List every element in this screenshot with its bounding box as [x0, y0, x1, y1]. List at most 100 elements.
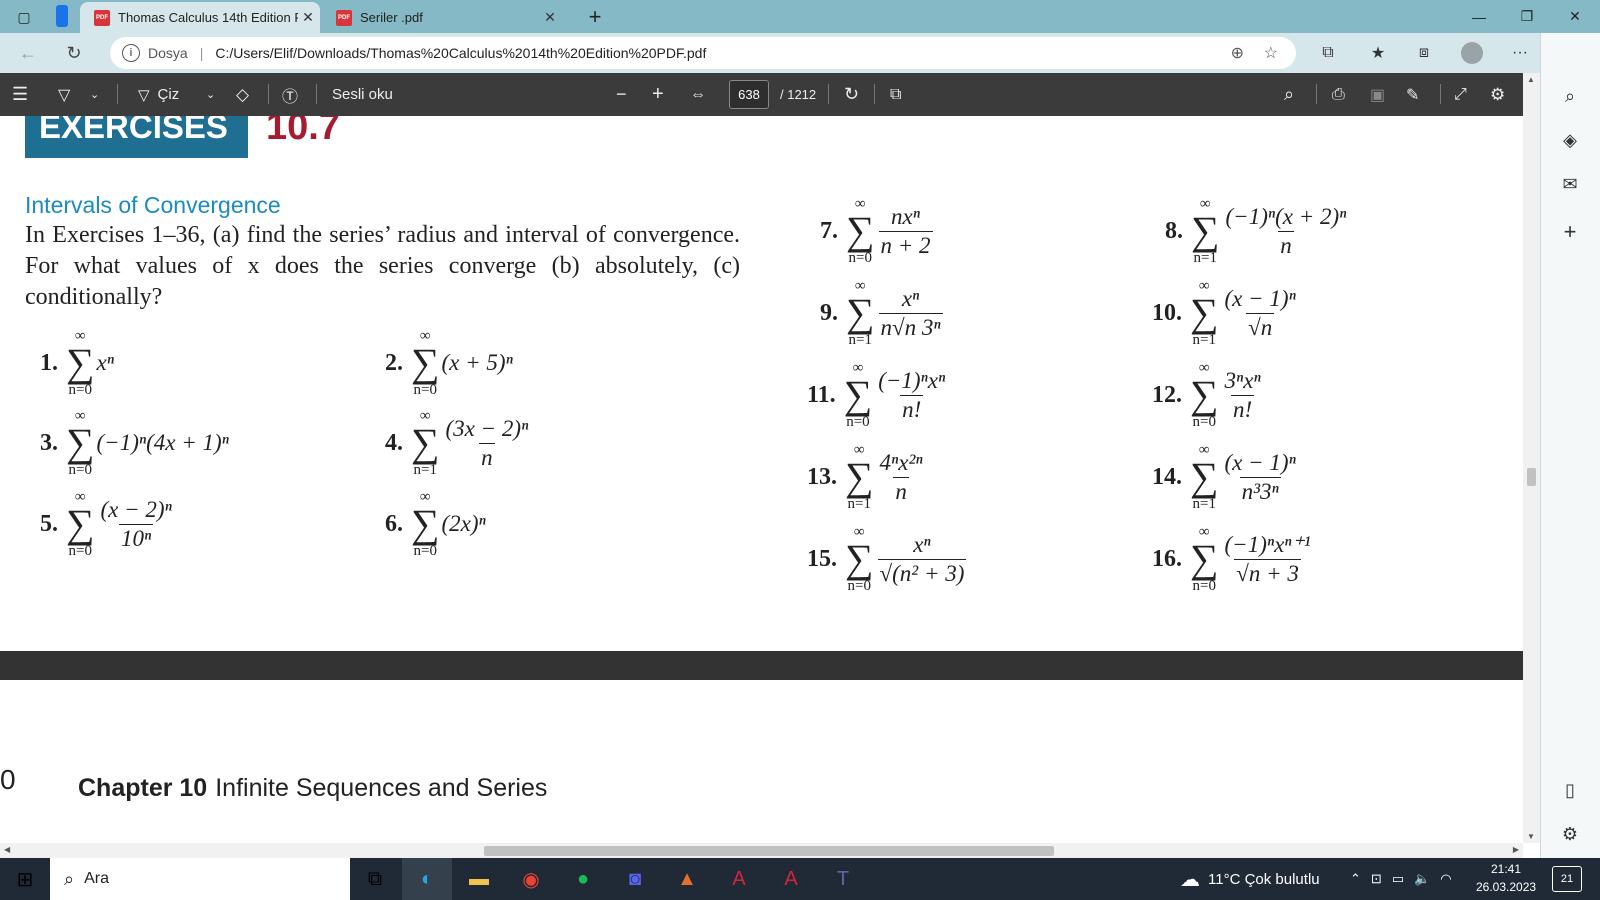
- exercise-16: 16. ∞ ∑ n=0 (−1)ⁿxⁿ⁺¹ √n + 3: [1152, 524, 1313, 594]
- chevron-down-icon[interactable]: ⌄: [90, 73, 99, 116]
- numerator: 4ⁿx²ⁿ: [879, 449, 923, 475]
- rotate-icon[interactable]: ↻: [844, 73, 859, 116]
- vertical-scrollbar[interactable]: ▲ ▼: [1523, 73, 1540, 843]
- matlab-icon[interactable]: ▲: [662, 858, 712, 900]
- edge-app-icon[interactable]: ◐: [402, 858, 452, 900]
- zoom-in-button[interactable]: +: [652, 73, 664, 116]
- scrollbar-thumb[interactable]: [484, 846, 1054, 856]
- scroll-down-icon[interactable]: ▼: [1527, 832, 1535, 841]
- zoom-icon[interactable]: ⊕: [1231, 43, 1244, 63]
- horizontal-scrollbar[interactable]: ◀ ▶: [0, 843, 1523, 858]
- url-prefix: Dosya: [148, 45, 188, 61]
- restore-button[interactable]: ❐: [1504, 0, 1550, 33]
- volume-icon[interactable]: 🔈: [1414, 871, 1430, 887]
- save-as-icon[interactable]: ✎: [1406, 73, 1419, 116]
- system-tray[interactable]: ⌃ ⊡ ▭ 🔈 ◠: [1350, 858, 1452, 900]
- close-tab-icon[interactable]: ✕: [298, 9, 318, 26]
- exercise-number: 5.: [40, 510, 58, 537]
- exercise-4: 4. ∞ ∑ n=1 (3x − 2)ⁿ n: [385, 408, 530, 478]
- tab-title: Seriler .pdf: [360, 10, 423, 25]
- collections-icon[interactable]: ⧈: [1408, 37, 1440, 69]
- close-window-button[interactable]: ✕: [1552, 0, 1598, 33]
- file-explorer-icon[interactable]: ▬: [454, 858, 504, 900]
- favorite-add-icon[interactable]: ☆: [1264, 43, 1278, 63]
- exercise-13: 13. ∞ ∑ n=1 4ⁿx²ⁿ n: [807, 442, 925, 512]
- autocad-icon[interactable]: A: [714, 858, 764, 900]
- chevron-down-icon[interactable]: ⌄: [206, 73, 215, 116]
- fullscreen-icon[interactable]: ⤢: [1454, 73, 1467, 116]
- windows-start-icon[interactable]: ⊞: [0, 858, 50, 900]
- new-tab-button[interactable]: +: [580, 2, 610, 32]
- vertical-tabs-icon[interactable]: [56, 5, 68, 27]
- clock[interactable]: 21:41 26.03.2023: [1476, 860, 1536, 896]
- more-menu-icon[interactable]: ···: [1504, 37, 1536, 69]
- text-box-icon[interactable]: Ⓣ: [282, 73, 298, 116]
- numerator: 3ⁿxⁿ: [1224, 367, 1261, 393]
- back-button[interactable]: ←: [12, 37, 44, 69]
- scroll-left-icon[interactable]: ◀: [4, 845, 10, 854]
- read-aloud-button[interactable]: Sesli oku: [332, 73, 393, 116]
- workspaces-icon[interactable]: ▢: [12, 6, 36, 28]
- denominator: n³3ⁿ: [1239, 476, 1281, 504]
- wifi-icon[interactable]: ◠: [1440, 871, 1451, 887]
- url-field[interactable]: i Dosya | C:/Users/Elif/Downloads/Thomas…: [110, 37, 1296, 69]
- shopping-icon[interactable]: ◈: [1540, 120, 1600, 160]
- pdf-settings-icon[interactable]: ⚙: [1490, 73, 1505, 116]
- chevron-up-icon[interactable]: ⌃: [1350, 871, 1361, 887]
- page-number-input[interactable]: 638: [729, 80, 769, 109]
- network-icon[interactable]: ⊡: [1371, 871, 1382, 887]
- tab-seriler[interactable]: PDF Seriler .pdf ✕: [322, 2, 562, 33]
- print-icon[interactable]: ⎙: [1332, 73, 1345, 116]
- eraser-icon[interactable]: ◇: [236, 73, 249, 116]
- draw-label: Çiz: [157, 86, 180, 103]
- save-icon[interactable]: ▣: [1370, 73, 1385, 116]
- battery-icon[interactable]: ▭: [1392, 871, 1404, 887]
- contents-icon[interactable]: ☰: [12, 73, 28, 116]
- add-sidebar-icon[interactable]: +: [1540, 212, 1600, 252]
- page-view-icon[interactable]: ⧉: [890, 73, 901, 116]
- lower-limit: n=0: [413, 382, 437, 398]
- lower-limit: n=0: [413, 543, 437, 559]
- favorites-icon[interactable]: ★: [1362, 37, 1394, 69]
- search-sidebar-icon[interactable]: ⌕: [1540, 76, 1600, 116]
- minimize-button[interactable]: —: [1456, 0, 1502, 33]
- refresh-button[interactable]: ↻: [58, 37, 90, 69]
- tab-thomas-calculus[interactable]: PDF Thomas Calculus 14th Edition PDF ✕: [80, 2, 320, 33]
- sigma: ∞ ∑ n=1: [1190, 278, 1219, 348]
- zoom-out-button[interactable]: −: [616, 73, 627, 116]
- weather-widget[interactable]: ☁ 11°C Çok bulutlu: [1180, 858, 1320, 900]
- sidebar-settings-icon[interactable]: ⚙: [1540, 814, 1600, 854]
- toolbar-divider: [1440, 84, 1441, 104]
- exercise-8: 8. ∞ ∑ n=1 (−1)ⁿ(x + 2)ⁿ n: [1165, 196, 1348, 266]
- lower-limit: n=1: [1192, 332, 1216, 348]
- fraction: (3x − 2)ⁿ n: [444, 415, 531, 472]
- notifications-icon[interactable]: 21: [1552, 866, 1582, 892]
- extensions-icon[interactable]: ⧉: [1312, 37, 1344, 69]
- find-icon[interactable]: ⌕: [1284, 73, 1294, 116]
- exercise-number: 10.: [1152, 299, 1182, 326]
- teams-icon[interactable]: T: [818, 858, 868, 900]
- fraction: (x − 2)ⁿ 10ⁿ: [99, 496, 174, 553]
- discord-icon[interactable]: ◙: [610, 858, 660, 900]
- close-tab-icon[interactable]: ✕: [540, 9, 560, 26]
- scroll-up-icon[interactable]: ▲: [1527, 75, 1535, 84]
- url-divider: |: [199, 45, 204, 61]
- scrollbar-thumb[interactable]: [1527, 468, 1536, 486]
- sidebar-panel-icon[interactable]: ▯: [1540, 770, 1600, 810]
- numerator: (−1)ⁿ(x + 2)ⁿ: [1225, 203, 1347, 229]
- draw-button[interactable]: ▽ Çiz: [138, 73, 179, 116]
- spotify-icon[interactable]: ●: [558, 858, 608, 900]
- chrome-icon[interactable]: ◉: [506, 858, 556, 900]
- highlight-icon[interactable]: ▽: [58, 73, 70, 116]
- outlook-icon[interactable]: ✉: [1540, 164, 1600, 204]
- exercise-number: 2.: [385, 349, 403, 376]
- task-view-icon[interactable]: ⧉: [350, 858, 400, 900]
- fit-width-icon[interactable]: ⇔: [690, 73, 706, 116]
- profile-avatar[interactable]: [1456, 37, 1488, 69]
- autocad-lt-icon[interactable]: A: [766, 858, 816, 900]
- taskbar-search[interactable]: ⌕ Ara: [50, 858, 350, 900]
- scroll-right-icon[interactable]: ▶: [1513, 845, 1519, 854]
- sigma: ∞ ∑ n=1: [1190, 442, 1219, 512]
- sigma: ∞ ∑ n=1: [846, 278, 875, 348]
- exercise-11: 11. ∞ ∑ n=0 (−1)ⁿxⁿ n!: [807, 360, 947, 430]
